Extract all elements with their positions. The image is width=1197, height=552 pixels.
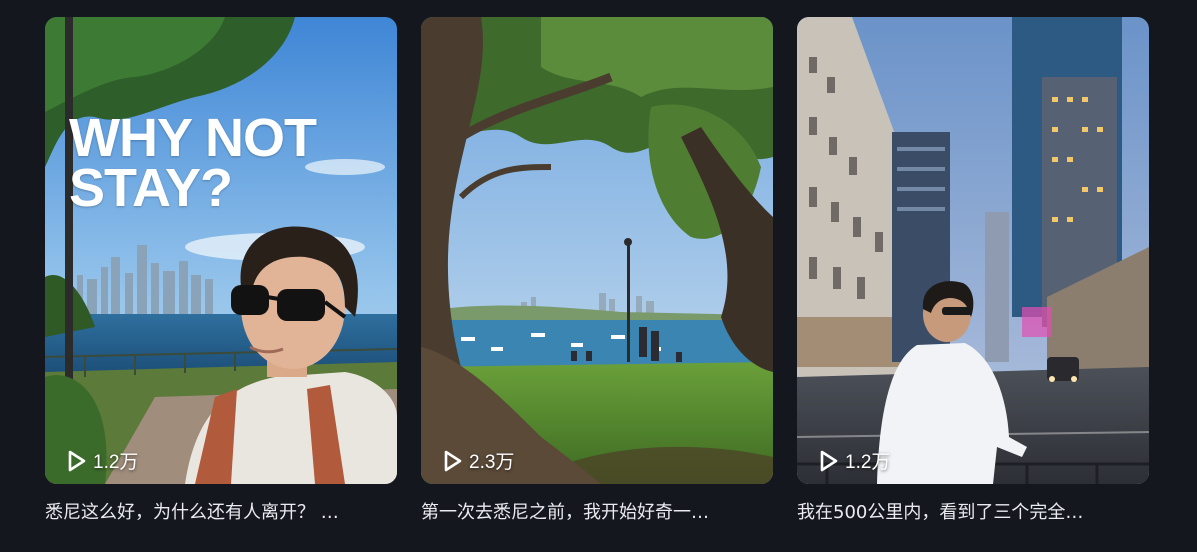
play-count-value: 2.3万: [469, 452, 515, 473]
thumbnail-image-harbour-park-tree: [421, 17, 773, 484]
video-title[interactable]: 第一次去悉尼之前，我开始好奇一…: [421, 499, 773, 527]
video-grid: WHY NOT STAY? 1.2万 悉尼这么好，为什么还有人离开？ … 2.3…: [45, 17, 1149, 527]
video-title[interactable]: 悉尼这么好，为什么还有人离开？ …: [45, 499, 397, 527]
thumbnail-image-sydney-harbour-selfie: [45, 17, 397, 484]
play-count-value: 1.2万: [93, 452, 139, 473]
thumbnail-overlay-text: WHY NOT STAY?: [69, 108, 317, 218]
thumbnail-image-city-street-dusk: [797, 17, 1149, 484]
video-thumbnail[interactable]: 1.2万: [797, 17, 1149, 484]
play-count: 2.3万: [443, 447, 514, 474]
play-outline-icon: [820, 450, 838, 471]
play-outline-icon: [68, 450, 86, 471]
video-card[interactable]: 1.2万 我在500公里内，看到了三个完全…: [797, 17, 1149, 527]
video-title[interactable]: 我在500公里内，看到了三个完全…: [797, 499, 1149, 527]
video-card[interactable]: 2.3万 第一次去悉尼之前，我开始好奇一…: [421, 17, 773, 527]
play-outline-icon: [444, 450, 462, 471]
video-card[interactable]: WHY NOT STAY? 1.2万 悉尼这么好，为什么还有人离开？ …: [45, 17, 397, 527]
video-thumbnail[interactable]: WHY NOT STAY? 1.2万: [45, 17, 397, 484]
play-count: 1.2万: [67, 447, 138, 474]
play-count-value: 1.2万: [845, 452, 891, 473]
play-count: 1.2万: [819, 447, 890, 474]
video-thumbnail[interactable]: 2.3万: [421, 17, 773, 484]
